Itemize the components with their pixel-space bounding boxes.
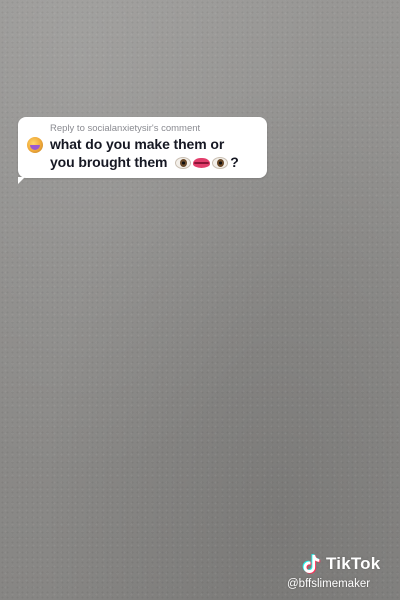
reply-comment-bubble[interactable]: Reply to socialanxietysir's comment what… xyxy=(18,117,267,184)
emoji-group xyxy=(175,157,229,169)
tiktok-wordmark: TikTok xyxy=(326,554,381,573)
eye-emoji-icon xyxy=(212,157,229,169)
eye-emoji-icon xyxy=(175,157,192,169)
video-background xyxy=(0,0,400,600)
comment-question-mark: ? xyxy=(230,154,239,170)
commenter-avatar xyxy=(27,137,43,153)
comment-text-line-2-text: you brought them xyxy=(50,154,168,170)
reply-header: Reply to socialanxietysir's comment xyxy=(50,123,201,134)
creator-username: @bffslimemaker xyxy=(287,578,371,590)
comment-text-line-1: what do you make them or xyxy=(50,136,225,152)
tiktok-watermark: TikTok xyxy=(300,552,380,576)
tiktok-note-icon xyxy=(302,554,321,574)
comment-text-line-2: you brought them ? xyxy=(50,154,239,170)
lips-emoji-icon xyxy=(193,158,211,168)
